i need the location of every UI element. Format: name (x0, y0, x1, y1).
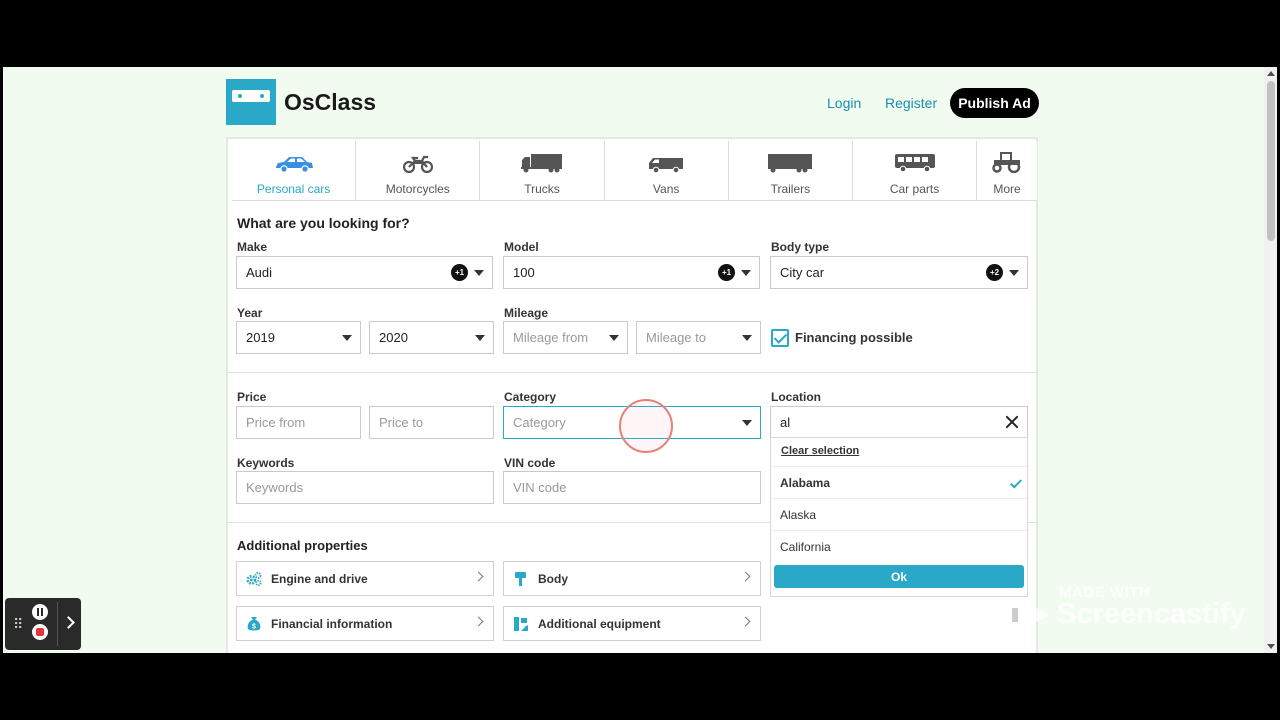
chevron-down-icon (742, 335, 752, 341)
location-option-alabama[interactable]: Alabama (771, 466, 1027, 498)
model-label: Model (504, 240, 539, 254)
year-from-select[interactable]: 2019 (236, 321, 361, 354)
financial-information-button[interactable]: $ Financial information (236, 606, 494, 641)
keywords-input[interactable]: Keywords (236, 471, 494, 504)
tab-car-parts[interactable]: Car parts (852, 141, 978, 200)
login-link[interactable]: Login (827, 95, 861, 111)
financing-label: Financing possible (795, 330, 913, 345)
engine-and-drive-button[interactable]: Engine and drive (236, 561, 494, 596)
price-to-input[interactable]: Price to (369, 406, 494, 439)
body-button[interactable]: Body (503, 561, 761, 596)
pause-icon[interactable] (32, 604, 48, 620)
chevron-right-icon (473, 571, 484, 582)
truck-icon (520, 151, 563, 173)
vin-label: VIN code (504, 456, 556, 470)
logo-text: OsClass (284, 88, 377, 115)
make-label: Make (237, 240, 268, 254)
chevron-down-icon (742, 420, 752, 426)
equipment-icon (513, 616, 529, 632)
chevron-down-icon (474, 270, 484, 276)
svg-text:$: $ (252, 623, 256, 630)
chevron-down-icon (609, 335, 619, 341)
year-to-select[interactable]: 2020 (369, 321, 494, 354)
body-type-select[interactable]: City car +2 (770, 256, 1028, 289)
body-type-label: Body type (771, 240, 830, 254)
mileage-from-select[interactable]: Mileage from (503, 321, 628, 354)
tab-trailers[interactable]: Trailers (728, 141, 853, 200)
screencastify-logo-icon (1002, 597, 1054, 638)
additional-title: Additional properties (237, 538, 368, 553)
location-input[interactable]: al (770, 406, 1028, 439)
register-link[interactable]: Register (885, 95, 937, 111)
additional-equipment-button[interactable]: Additional equipment (503, 606, 761, 641)
price-from-input[interactable]: Price from (236, 406, 361, 439)
section-divider (228, 372, 1038, 373)
logo-icon (226, 79, 276, 125)
make-select[interactable]: Audi +1 (236, 256, 493, 289)
scroll-down-icon[interactable] (1267, 644, 1275, 649)
make-count-badge: +1 (451, 264, 468, 281)
checkmark-icon (1009, 476, 1023, 489)
chevron-right-icon (740, 616, 751, 627)
scroll-up-icon[interactable] (1267, 71, 1275, 76)
search-title: What are you looking for? (237, 215, 410, 231)
chevron-down-icon (1009, 270, 1019, 276)
financing-checkbox[interactable] (771, 329, 789, 347)
stop-icon[interactable] (32, 624, 48, 640)
model-count-badge: +1 (718, 264, 735, 281)
mileage-label: Mileage (504, 306, 549, 320)
tab-personal-cars[interactable]: Personal cars (232, 141, 357, 200)
body-type-count-badge: +2 (986, 264, 1003, 281)
model-select[interactable]: 100 +1 (503, 256, 760, 289)
chevron-down-icon (342, 335, 352, 341)
chevron-down-icon (741, 270, 751, 276)
chevron-down-icon (475, 335, 485, 341)
ok-button[interactable]: Ok (774, 565, 1024, 588)
location-dropdown: Clear selection Alabama Alaska Californi… (770, 437, 1028, 597)
paint-roller-icon (513, 571, 529, 587)
mileage-to-select[interactable]: Mileage to (636, 321, 761, 354)
money-bag-icon: $ (246, 616, 262, 632)
location-option-alaska[interactable]: Alaska (771, 498, 1027, 530)
location-label: Location (771, 390, 821, 404)
browser-viewport: OsClass Login Register Publish Ad Person… (3, 67, 1277, 653)
scrollbar-thumb[interactable] (1267, 81, 1275, 241)
chevron-right-icon[interactable] (62, 616, 75, 629)
chevron-right-icon (740, 571, 751, 582)
close-icon[interactable] (1005, 415, 1019, 429)
location-option-california[interactable]: California (771, 530, 1027, 562)
chevron-right-icon (473, 616, 484, 627)
site-logo[interactable]: OsClass (226, 79, 376, 125)
screencastify-watermark: MADE WITH Screencastify (1000, 583, 1270, 643)
publish-ad-button[interactable]: Publish Ad (950, 88, 1039, 118)
category-tabs: Personal cars Motorcycles Trucks Vans Tr… (232, 141, 1037, 201)
price-label: Price (237, 390, 267, 404)
tab-trucks[interactable]: Trucks (480, 141, 605, 200)
keywords-label: Keywords (237, 456, 295, 470)
car-icon (274, 151, 314, 173)
tab-more[interactable]: More (977, 141, 1037, 200)
recording-toolbar: ⠿ (5, 598, 81, 650)
click-indicator (619, 399, 673, 453)
gears-icon (246, 571, 262, 587)
tab-vans[interactable]: Vans (604, 141, 729, 200)
motorcycle-icon (402, 151, 433, 173)
category-label: Category (504, 390, 557, 404)
tab-motorcycles[interactable]: Motorcycles (356, 141, 481, 200)
trailer-icon (767, 151, 813, 173)
vin-input[interactable]: VIN code (503, 471, 761, 504)
bus-icon (894, 151, 936, 173)
tractor-icon (991, 151, 1023, 173)
page-scrollbar[interactable] (1264, 67, 1277, 653)
van-icon (648, 151, 684, 173)
clear-selection-link[interactable]: Clear selection (781, 445, 859, 457)
year-label: Year (237, 306, 263, 320)
drag-handle-icon[interactable]: ⠿ (13, 616, 23, 633)
